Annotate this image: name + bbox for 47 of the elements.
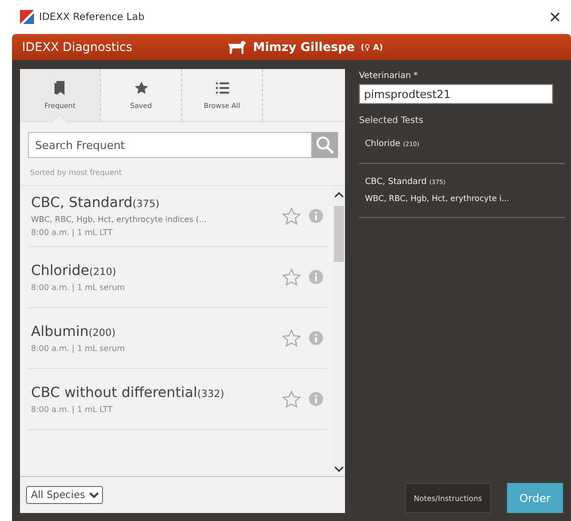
test-name: CBC without differential xyxy=(31,384,198,400)
search-button[interactable] xyxy=(312,132,338,158)
brand-label: IDEXX Diagnostics xyxy=(22,40,134,54)
test-meta: 8:00 a.m. | 1 mL LTT xyxy=(31,228,114,237)
veterinarian-label: Veterinarian * xyxy=(359,71,419,81)
close-icon[interactable] xyxy=(549,11,561,23)
scroll-thumb[interactable] xyxy=(334,206,344,262)
patient-tag: (♀ A) xyxy=(360,42,383,52)
test-name: Albumin xyxy=(31,324,89,340)
scroll-down-icon[interactable] xyxy=(334,466,344,472)
test-meta: 8:00 a.m. | 1 mL serum xyxy=(31,344,126,352)
dog-icon xyxy=(227,40,247,54)
star-icon xyxy=(134,80,148,96)
test-name: Chloride xyxy=(31,262,90,278)
test-item[interactable]: Chloride(210) 8:00 a.m. | 1 mL serum xyxy=(28,247,327,308)
info-icon[interactable] xyxy=(309,392,323,406)
star-icon[interactable] xyxy=(282,390,301,408)
scroll-up-icon[interactable] xyxy=(334,192,344,198)
selected-test-name: CBC, Standard xyxy=(365,177,427,187)
test-name: CBC, Standard xyxy=(31,195,132,211)
selected-test-name: Chloride xyxy=(365,139,400,149)
test-code: (332) xyxy=(197,388,224,400)
star-icon[interactable] xyxy=(282,268,301,286)
info-icon[interactable] xyxy=(309,331,323,345)
test-code: (375) xyxy=(132,199,160,210)
test-item[interactable]: CBC without differential(332) 8:00 a.m. | 1 mL LTT xyxy=(28,369,327,430)
star-icon[interactable] xyxy=(282,206,301,226)
test-meta: 8:00 a.m. | 1 mL serum xyxy=(31,282,126,292)
species-select[interactable]: All Species xyxy=(26,486,103,504)
patient-name: Mimzy Gillespe xyxy=(253,40,355,54)
test-code: (200) xyxy=(88,328,116,338)
test-code: (210) xyxy=(89,266,116,278)
test-description: WBC, RBC, Hgb, Hct, erythrocyte indices (... xyxy=(31,215,208,224)
search-field[interactable]: Search Frequent xyxy=(28,132,312,158)
test-meta: 8:00 a.m. | 1 mL LTT xyxy=(31,404,114,414)
selected-test-description: WBC, RBC, Hgb, Hct, erythrocyte i... xyxy=(365,193,510,205)
test-item[interactable]: CBC, Standard(375) WBC, RBC, Hgb, Hct, erythrocyte indices (... 8:00 a.m. | 1 mL LTT xyxy=(28,186,327,247)
app-logo-icon xyxy=(20,10,34,24)
info-icon[interactable] xyxy=(309,209,323,223)
bookmark-icon xyxy=(52,80,68,96)
veterinarian-field[interactable]: pimsprodtest21 xyxy=(359,84,553,104)
list-icon xyxy=(214,80,230,96)
info-icon[interactable] xyxy=(309,270,323,284)
test-item[interactable]: Albumin(200) 8:00 a.m. | 1 mL serum xyxy=(28,308,327,369)
star-icon[interactable] xyxy=(282,328,301,348)
selected-tests-heading: Selected Tests xyxy=(359,116,424,126)
window-title: IDEXX Reference Lab xyxy=(39,12,146,22)
